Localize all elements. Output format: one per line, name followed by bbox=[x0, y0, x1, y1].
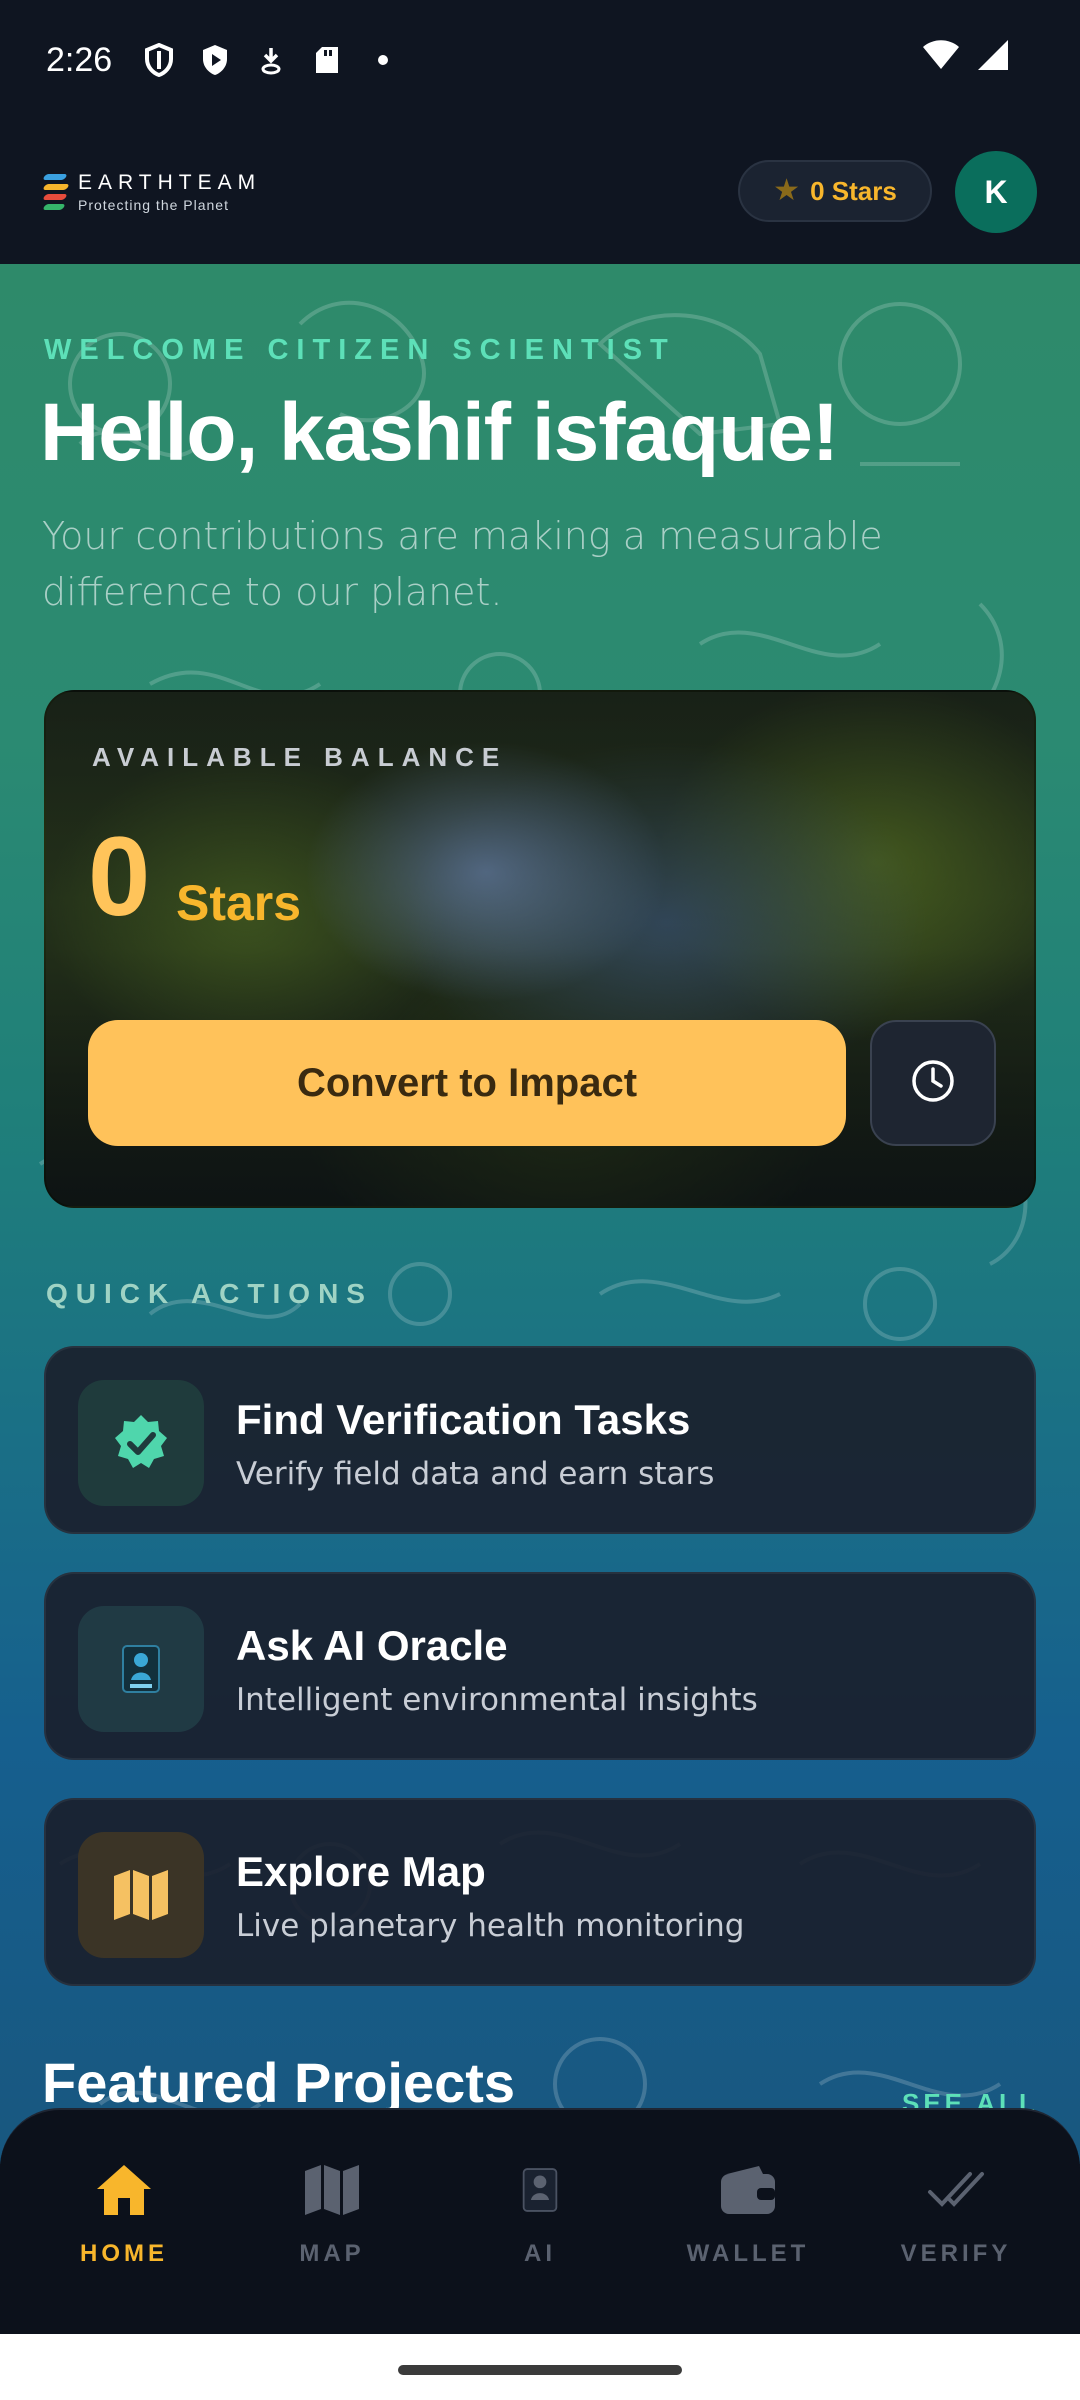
welcome-kicker: WELCOME CITIZEN SCIENTIST bbox=[44, 334, 676, 366]
system-gesture-area bbox=[0, 2334, 1080, 2400]
logo-subtitle: Protecting the Planet bbox=[78, 197, 229, 213]
stars-pill-label: 0 Stars bbox=[810, 175, 897, 206]
quick-action-ask-ai-oracle[interactable]: Ask AI Oracle Intelligent environmental … bbox=[44, 1572, 1036, 1760]
nav-item-ai[interactable]: AI bbox=[440, 2158, 640, 2268]
nav-label: WALLET bbox=[686, 2240, 810, 2267]
convert-to-impact-button[interactable]: Convert to Impact bbox=[88, 1020, 846, 1146]
avatar[interactable]: K bbox=[955, 151, 1037, 233]
quick-action-title: Ask AI Oracle bbox=[236, 1622, 508, 1669]
ai-icon bbox=[508, 2158, 572, 2222]
quick-action-find-verification-tasks[interactable]: Find Verification Tasks Verify field dat… bbox=[44, 1346, 1036, 1534]
quick-action-description: Live planetary health monitoring bbox=[236, 1908, 745, 1944]
balance-card: AVAILABLE BALANCE 0 Stars Convert to Imp… bbox=[44, 690, 1036, 1208]
balance-unit: Stars bbox=[176, 875, 302, 931]
nav-item-home[interactable]: HOME bbox=[24, 2158, 224, 2268]
dot-icon bbox=[366, 43, 400, 77]
status-notification-icons bbox=[142, 43, 400, 77]
verify-check-icon bbox=[924, 2158, 988, 2222]
history-button[interactable] bbox=[870, 1020, 996, 1146]
nav-label: HOME bbox=[80, 2240, 168, 2267]
balance-amount: 0 bbox=[88, 814, 151, 939]
balance-label: AVAILABLE BALANCE bbox=[92, 742, 508, 772]
ai-oracle-icon bbox=[78, 1606, 204, 1732]
nav-item-map[interactable]: MAP bbox=[232, 2158, 432, 2268]
wifi-icon bbox=[922, 39, 960, 76]
quick-actions-label: QUICK ACTIONS bbox=[46, 1278, 373, 1309]
quick-action-title: Explore Map bbox=[236, 1848, 486, 1895]
map-icon bbox=[78, 1832, 204, 1958]
quick-action-description: Intelligent environmental insights bbox=[236, 1682, 758, 1718]
clock-icon bbox=[910, 1058, 956, 1109]
nav-label: VERIFY bbox=[900, 2240, 1012, 2267]
download-icon bbox=[254, 43, 288, 77]
play-shield-icon bbox=[198, 43, 232, 77]
featured-projects-title: Featured Projects bbox=[42, 2051, 516, 2114]
signal-icon bbox=[976, 38, 1010, 77]
verified-badge-icon bbox=[78, 1380, 204, 1506]
logo-title: EARTHTEAM bbox=[78, 171, 262, 194]
nav-label: AI bbox=[524, 2240, 556, 2267]
sd-card-icon bbox=[310, 43, 344, 77]
star-icon: ★ bbox=[773, 174, 801, 207]
logo-stripes-icon bbox=[42, 172, 70, 212]
quick-action-title: Find Verification Tasks bbox=[236, 1396, 691, 1443]
nav-item-verify[interactable]: VERIFY bbox=[856, 2158, 1056, 2268]
stars-balance-pill[interactable]: ★ 0 Stars bbox=[738, 160, 932, 222]
status-time: 2:26 bbox=[46, 40, 113, 79]
wallet-icon bbox=[716, 2158, 780, 2222]
top-app-bar: EARTHTEAM Protecting the Planet ★ 0 Star… bbox=[0, 120, 1080, 264]
greeting-subtitle: Your contributions are making a measurab… bbox=[42, 514, 883, 614]
gesture-handle[interactable] bbox=[398, 2365, 682, 2375]
shield-icon bbox=[142, 43, 176, 77]
earthteam-logo[interactable]: EARTHTEAM Protecting the Planet bbox=[42, 171, 262, 213]
quick-action-description: Verify field data and earn stars bbox=[236, 1456, 715, 1492]
status-bar: 2:26 bbox=[0, 0, 1080, 120]
status-system-icons bbox=[922, 38, 1010, 77]
nav-item-wallet[interactable]: WALLET bbox=[648, 2158, 848, 2268]
quick-action-explore-map[interactable]: Explore Map Live planetary health monito… bbox=[44, 1798, 1036, 1986]
greeting-title: Hello, kashif isfaque! bbox=[40, 387, 839, 478]
home-icon bbox=[92, 2158, 156, 2222]
nav-label: MAP bbox=[299, 2240, 365, 2267]
bottom-navigation: HOME MAP AI WALLET VERIFY bbox=[0, 2108, 1080, 2334]
map-icon bbox=[300, 2158, 364, 2222]
